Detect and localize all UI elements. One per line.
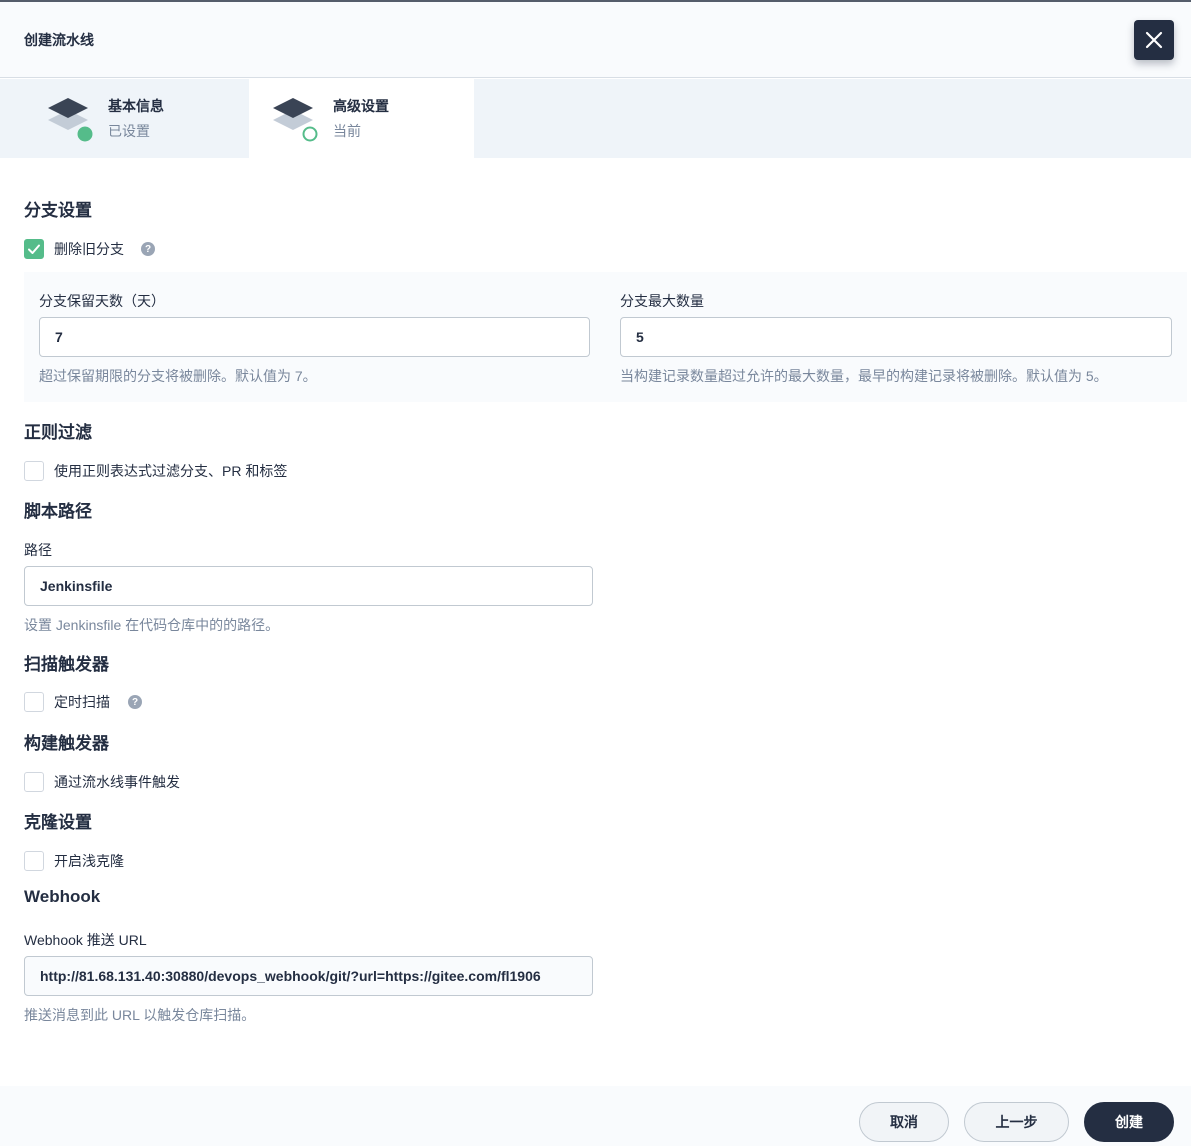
branch-max-input[interactable]: 5 — [620, 317, 1172, 357]
branch-days-label: 分支保留天数（天） — [39, 293, 165, 309]
branch-days-hint: 超过保留期限的分支将被删除。默认值为 7。 — [39, 368, 317, 384]
scheduled-scan-checkbox[interactable] — [24, 692, 44, 712]
help-icon[interactable]: ? — [128, 695, 142, 709]
shallow-clone-label: 开启浅克隆 — [54, 853, 124, 869]
script-path-label: 路径 — [24, 542, 52, 558]
branch-settings-panel: 分支保留天数（天） 7 超过保留期限的分支将被删除。默认值为 7。 分支最大数量… — [24, 272, 1187, 402]
regex-filter-row: 使用正则表达式过滤分支、PR 和标签 — [24, 461, 287, 481]
layers-icon — [48, 98, 94, 143]
tab-advanced-settings[interactable]: 高级设置 当前 — [249, 79, 474, 158]
scheduled-scan-label: 定时扫描 — [54, 694, 110, 710]
pipeline-event-trigger-checkbox[interactable] — [24, 772, 44, 792]
delete-old-branch-label: 删除旧分支 — [54, 241, 124, 257]
build-section-title: 构建触发器 — [24, 734, 109, 753]
branch-section-title: 分支设置 — [24, 201, 92, 220]
cancel-button[interactable]: 取消 — [859, 1102, 949, 1142]
modal-title: 创建流水线 — [24, 32, 94, 48]
help-icon[interactable]: ? — [141, 242, 155, 256]
delete-old-branch-checkbox[interactable] — [24, 239, 44, 259]
regex-filter-label: 使用正则表达式过滤分支、PR 和标签 — [54, 463, 288, 479]
script-path-hint: 设置 Jenkinsfile 在代码仓库中的的路径。 — [24, 617, 280, 633]
tab-basic-info[interactable]: 基本信息 已设置 — [0, 79, 249, 158]
webhook-url-label: Webhook 推送 URL — [24, 932, 147, 948]
pipeline-event-trigger-label: 通过流水线事件触发 — [54, 774, 180, 790]
tab-basic-title: 基本信息 — [108, 98, 164, 114]
modal-footer: 取消 上一步 创建 — [0, 1086, 1191, 1146]
webhook-url-input[interactable]: http://81.68.131.40:30880/devops_webhook… — [24, 956, 593, 996]
script-section-title: 脚本路径 — [24, 502, 92, 521]
tab-basic-status: 已设置 — [108, 123, 150, 139]
scan-section-title: 扫描触发器 — [24, 655, 109, 674]
clone-section-title: 克隆设置 — [24, 813, 92, 832]
close-icon — [1145, 31, 1163, 49]
modal-header: 创建流水线 — [0, 2, 1191, 78]
shallow-clone-checkbox[interactable] — [24, 851, 44, 871]
branch-days-input[interactable]: 7 — [39, 317, 590, 357]
close-button[interactable] — [1134, 20, 1174, 60]
previous-step-button[interactable]: 上一步 — [964, 1102, 1069, 1142]
regex-section-title: 正则过滤 — [24, 423, 92, 442]
tab-advanced-title: 高级设置 — [333, 98, 389, 114]
branch-max-label: 分支最大数量 — [620, 293, 704, 309]
check-icon — [28, 244, 40, 254]
tab-advanced-status: 当前 — [333, 123, 361, 139]
branch-max-hint: 当构建记录数量超过允许的最大数量，最早的构建记录将被删除。默认值为 5。 — [620, 368, 1108, 384]
delete-old-branch-row: 删除旧分支 ? — [24, 239, 155, 259]
layers-icon — [273, 98, 318, 142]
script-path-input[interactable]: Jenkinsfile — [24, 566, 593, 606]
build-trigger-row: 通过流水线事件触发 — [24, 772, 180, 792]
webhook-section-title: Webhook — [24, 887, 101, 906]
webhook-url-hint: 推送消息到此 URL 以触发仓库扫描。 — [24, 1007, 256, 1023]
shallow-clone-row: 开启浅克隆 — [24, 851, 124, 871]
create-button[interactable]: 创建 — [1084, 1102, 1174, 1142]
step-tabs: 基本信息 已设置 高级设置 当前 — [0, 79, 1191, 158]
regex-filter-checkbox[interactable] — [24, 461, 44, 481]
scan-trigger-row: 定时扫描 ? — [24, 692, 142, 712]
